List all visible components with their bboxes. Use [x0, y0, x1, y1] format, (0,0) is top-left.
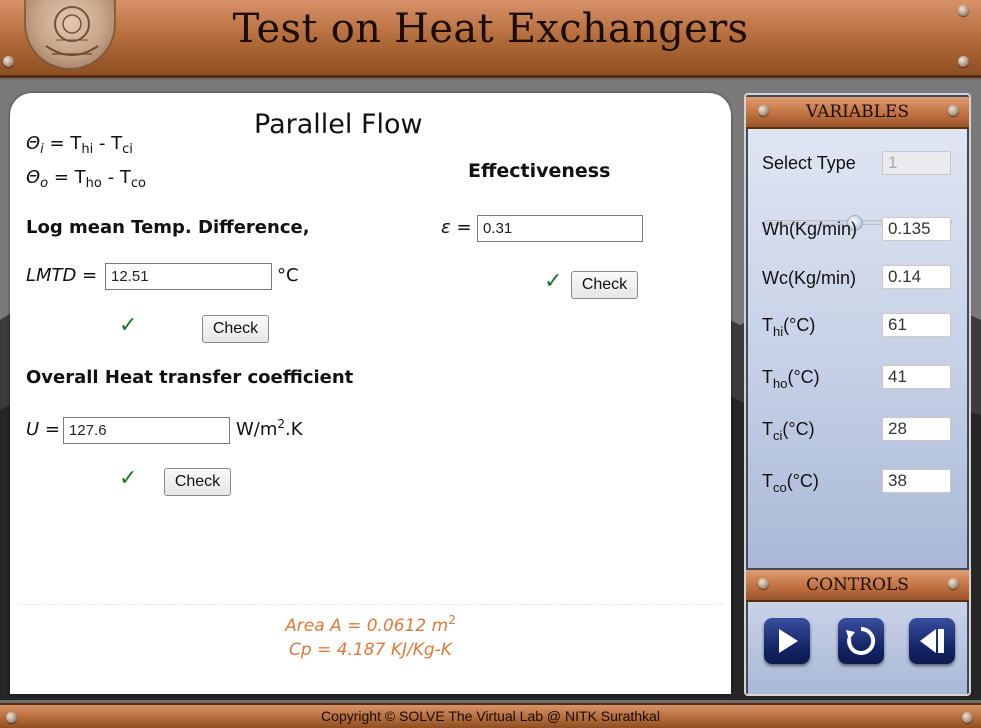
theta-i-formula: Θi = Thi - Tci [26, 133, 133, 157]
divider [18, 604, 723, 605]
u-check-button[interactable]: Check [164, 468, 231, 496]
effectiveness-input[interactable]: 0.31 [477, 215, 643, 242]
lmtd-unit: °C [277, 265, 299, 286]
rivet-icon [758, 578, 769, 589]
step-back-icon [920, 629, 944, 653]
rivet-icon [962, 712, 973, 723]
select-type-label: Select Type [762, 153, 856, 173]
thi-field[interactable]: 61 [882, 313, 951, 337]
step-back-button[interactable] [909, 618, 955, 664]
rivet-icon [958, 5, 969, 16]
u-input[interactable]: 127.6 [63, 417, 230, 444]
effectiveness-heading: Effectiveness [468, 160, 611, 182]
rivet-icon [948, 578, 959, 589]
controls-body [748, 602, 967, 694]
variables-body: Select Type 1 Wh(Kg/min) 0.135 Wc(Kg/min… [748, 129, 967, 568]
u-correct-icon: ✓ [119, 466, 138, 491]
rivet-icon [3, 56, 14, 67]
tci-field[interactable]: 28 [882, 417, 951, 441]
tci-label: Tci(°C) [762, 419, 815, 443]
rivet-icon [948, 105, 959, 116]
wh-field[interactable]: 0.135 [882, 217, 951, 241]
wh-label: Wh(Kg/min) [762, 219, 858, 239]
rivet-icon [958, 56, 969, 67]
lmtd-input[interactable]: 12.51 [105, 263, 272, 290]
u-label: U = [26, 419, 60, 440]
header-bar: Test on Heat Exchangers [0, 0, 981, 78]
select-type-field: 1 [882, 151, 951, 175]
tco-field[interactable]: 38 [882, 469, 951, 493]
rivet-icon [6, 712, 17, 723]
area-note: Area A = 0.0612 m2 [285, 613, 456, 636]
reset-button[interactable] [838, 618, 884, 664]
panel-title: Parallel Flow [254, 109, 423, 140]
thi-label: Thi(°C) [762, 315, 816, 339]
effectiveness-correct-icon: ✓ [544, 269, 563, 294]
copyright-text: Copyright © SOLVE The Virtual Lab @ NITK… [321, 708, 660, 724]
wc-label: Wc(Kg/min) [762, 268, 856, 288]
tho-field[interactable]: 41 [882, 365, 951, 389]
effectiveness-check-button[interactable]: Check [571, 271, 638, 299]
wc-field[interactable]: 0.14 [882, 265, 951, 289]
lmtd-label: LMTD = [26, 265, 98, 286]
lmtd-correct-icon: ✓ [119, 313, 138, 338]
page-title: Test on Heat Exchangers [232, 6, 749, 52]
effectiveness-label: ε = [441, 217, 472, 238]
footer-bar: Copyright © SOLVE The Virtual Lab @ NITK… [0, 703, 981, 728]
cp-note: Cp = 4.187 KJ/Kg-K [289, 640, 452, 660]
play-button[interactable] [764, 618, 810, 664]
play-icon [779, 629, 798, 653]
tho-label: Tho(°C) [762, 367, 820, 391]
u-unit: W/m2.K [236, 417, 303, 440]
lmtd-check-button[interactable]: Check [202, 315, 269, 343]
tco-label: Tco(°C) [762, 471, 819, 495]
variables-header: VARIABLES [746, 97, 969, 129]
controls-header: CONTROLS [746, 570, 969, 602]
theta-o-formula: Θo = Tho - Tco [26, 167, 146, 191]
rivet-icon [758, 105, 769, 116]
lmtd-heading: Log mean Temp. Difference, [26, 217, 310, 238]
main-panel: Parallel Flow Θi = Thi - Tci Θo = Tho - … [10, 93, 731, 694]
u-heading: Overall Heat transfer coefficient [26, 367, 354, 388]
side-panel: VARIABLES Select Type 1 Wh(Kg/min) 0.135… [744, 93, 971, 696]
reset-icon [846, 626, 876, 655]
